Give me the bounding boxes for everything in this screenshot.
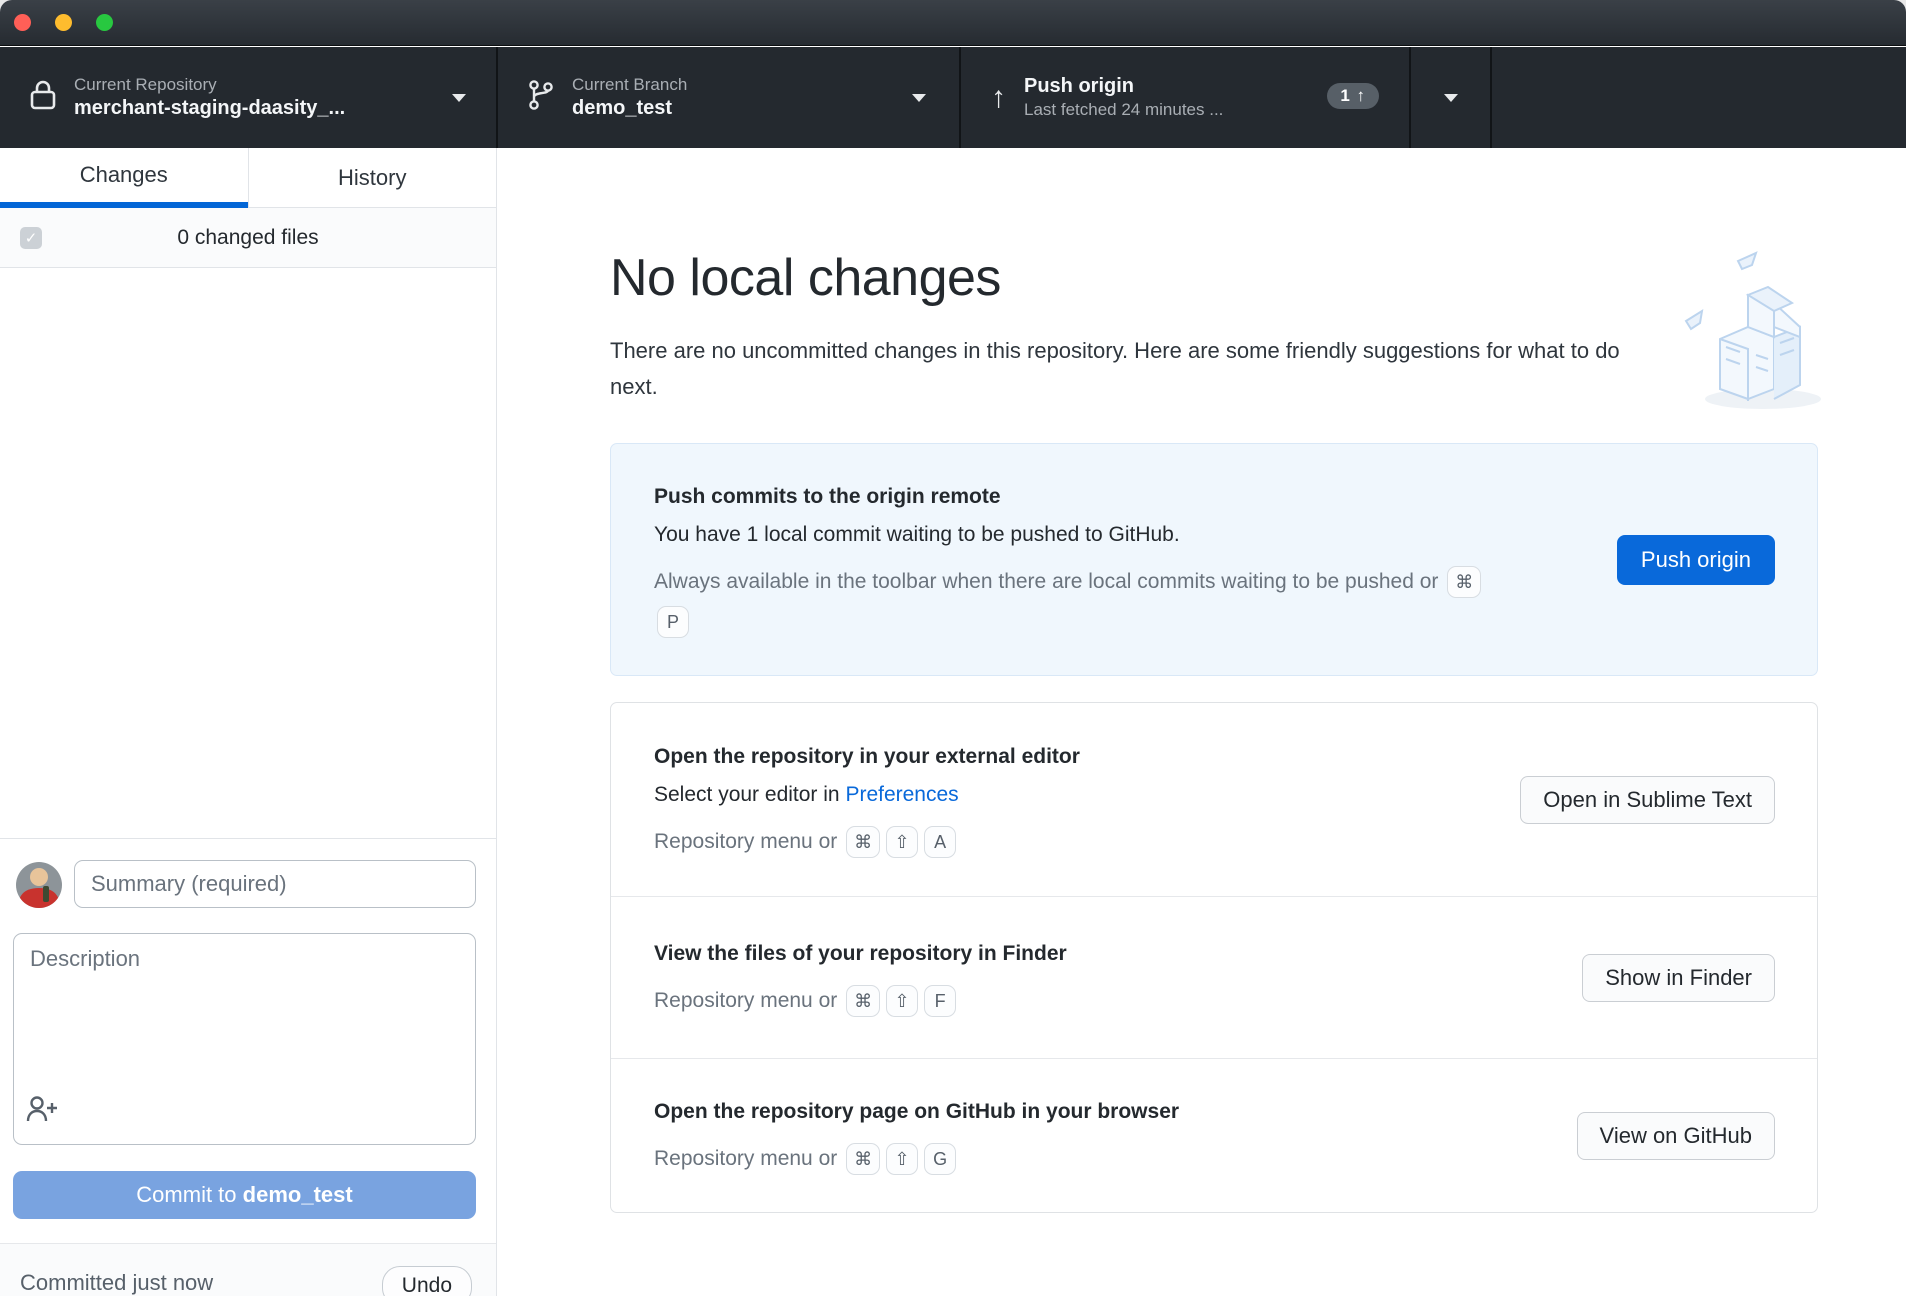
- lock-icon: [30, 80, 56, 115]
- description-input[interactable]: [13, 933, 476, 1145]
- repository-name: merchant-staging-daasity_...: [74, 96, 346, 119]
- a-key: A: [924, 825, 957, 858]
- chevron-down-icon: [452, 94, 466, 102]
- sidebar: Changes History ✓ 0 changed files Summar…: [0, 148, 497, 1296]
- commit-button-prefix: Commit to: [136, 1182, 243, 1207]
- open-editor-title: Open the repository in your external edi…: [654, 744, 1080, 768]
- toolbar: Current Repository merchant-staging-daas…: [0, 47, 1906, 148]
- open-editor-hint: Repository menu or ⌘ ⇧ A: [654, 822, 1080, 862]
- finder-row-title: View the files of your repository in Fin…: [654, 941, 1067, 965]
- current-repository-button[interactable]: Current Repository merchant-staging-daas…: [0, 47, 496, 148]
- editor-hint-text: Repository menu or: [654, 829, 838, 853]
- preferences-link[interactable]: Preferences: [845, 783, 958, 806]
- view-on-github-button[interactable]: View on GitHub: [1576, 1111, 1775, 1160]
- add-coauthor-icon[interactable]: [26, 1095, 60, 1128]
- g-key: G: [924, 1142, 957, 1175]
- open-in-editor-button[interactable]: Open in Sublime Text: [1520, 775, 1775, 824]
- view-on-github-row: Open the repository page on GitHub in yo…: [611, 1058, 1817, 1212]
- show-in-finder-button[interactable]: Show in Finder: [1582, 953, 1775, 1002]
- branch-label: Current Branch: [572, 75, 688, 95]
- chevron-down-icon: [912, 94, 926, 102]
- push-card-line: You have 1 local commit waiting to be pu…: [654, 522, 1180, 546]
- push-origin-toolbar-button[interactable]: ↑ Push origin Last fetched 24 minutes ..…: [961, 47, 1409, 148]
- show-in-finder-row: View the files of your repository in Fin…: [611, 896, 1817, 1058]
- undo-button[interactable]: Undo: [381, 1266, 472, 1296]
- summary-input[interactable]: [74, 860, 476, 908]
- close-window-button[interactable]: [14, 14, 31, 31]
- open-editor-line: Select your editor in Preferences: [654, 776, 1080, 814]
- page-title: No local changes: [610, 249, 1001, 307]
- sidebar-tabs: Changes History: [0, 148, 496, 208]
- commit-button-branch: demo_test: [242, 1182, 353, 1207]
- branch-name: demo_test: [572, 96, 673, 119]
- push-commits-card: Push commits to the origin remote You ha…: [610, 443, 1818, 676]
- shift-key: ⇧: [886, 825, 919, 858]
- suggestions-card: Open the repository in your external edi…: [610, 702, 1818, 1213]
- minimize-window-button[interactable]: [55, 14, 72, 31]
- git-branch-icon: [528, 79, 554, 116]
- zoom-window-button[interactable]: [96, 14, 113, 31]
- avatar: [16, 862, 62, 908]
- cmd-key: ⌘: [846, 825, 881, 858]
- chevron-down-icon: [1443, 93, 1458, 102]
- commit-form: Commit to demo_test Committed just now C…: [0, 838, 496, 1296]
- main-content: No local changes There are no uncommitte…: [498, 148, 1906, 1296]
- shift-key: ⇧: [886, 1142, 919, 1175]
- push-options-dropdown[interactable]: [1411, 47, 1490, 148]
- titlebar: [0, 0, 1906, 46]
- editor-line-text: Select your editor in: [654, 782, 846, 806]
- push-origin-button[interactable]: Push origin: [1616, 534, 1775, 585]
- changed-files-row: ✓ 0 changed files: [0, 208, 496, 268]
- commit-status-text: Committed just now: [20, 1270, 214, 1295]
- arrow-up-icon: ↑: [991, 80, 1006, 114]
- cmd-key: ⌘: [1447, 565, 1482, 598]
- tab-history[interactable]: History: [247, 148, 496, 208]
- push-origin-title: Push origin: [1024, 75, 1134, 98]
- current-branch-button[interactable]: Current Branch demo_test: [498, 47, 959, 148]
- open-editor-row: Open the repository in your external edi…: [611, 703, 1817, 896]
- f-key: F: [924, 984, 957, 1017]
- ahead-count-badge: 1 ↑: [1327, 83, 1379, 109]
- changed-files-count: 0 changed files: [177, 225, 319, 249]
- paper-stack-illustration: [1668, 243, 1828, 418]
- push-card-hint-text: Always available in the toolbar when the…: [654, 569, 1439, 593]
- github-hint-text: Repository menu or: [654, 1146, 838, 1170]
- finder-hint-text: Repository menu or: [654, 988, 838, 1012]
- finder-row-hint: Repository menu or ⌘ ⇧ F: [654, 981, 1067, 1021]
- commit-button[interactable]: Commit to demo_test: [13, 1171, 476, 1219]
- cmd-key: ⌘: [846, 984, 881, 1017]
- tab-changes[interactable]: Changes: [0, 148, 248, 208]
- github-row-hint: Repository menu or ⌘ ⇧ G: [654, 1139, 1179, 1179]
- toolbar-divider: [1490, 47, 1492, 148]
- p-key: P: [657, 605, 689, 638]
- page-subtitle: There are no uncommitted changes in this…: [610, 338, 1620, 399]
- push-card-hint: Always available in the toolbar when the…: [654, 562, 1504, 642]
- push-card-title: Push commits to the origin remote: [654, 484, 1001, 508]
- app-window: Current Repository merchant-staging-daas…: [0, 0, 1906, 1296]
- repository-label: Current Repository: [74, 75, 217, 95]
- github-row-title: Open the repository page on GitHub in yo…: [654, 1099, 1180, 1123]
- last-commit-row: Committed just now Create demo_test.yml …: [0, 1243, 496, 1296]
- shift-key: ⇧: [886, 984, 919, 1017]
- cmd-key: ⌘: [846, 1142, 881, 1175]
- push-origin-subtitle: Last fetched 24 minutes ...: [1024, 100, 1224, 120]
